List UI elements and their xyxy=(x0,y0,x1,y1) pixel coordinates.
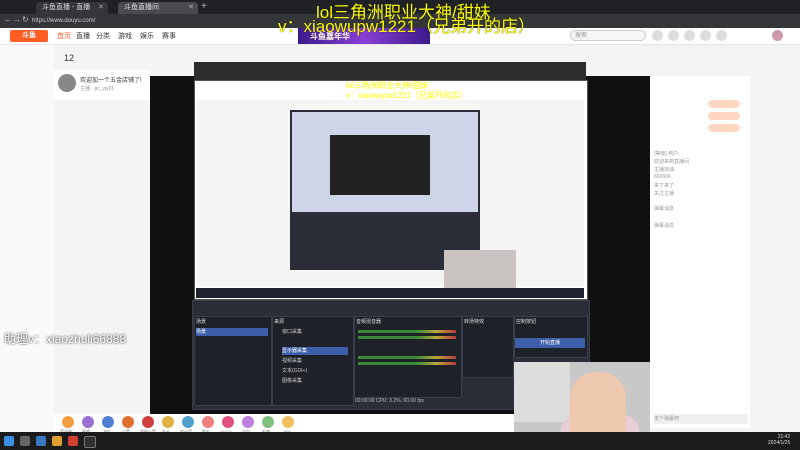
sources-label: 来源 xyxy=(274,319,285,325)
chat-message: 666666 xyxy=(654,174,671,180)
gift-icon[interactable] xyxy=(102,416,114,428)
gift-icon[interactable] xyxy=(82,416,94,428)
folder-icon[interactable] xyxy=(52,436,62,446)
site-logo[interactable]: 斗鱼 xyxy=(10,30,48,42)
follow-icon[interactable] xyxy=(668,30,679,41)
app-icon[interactable] xyxy=(68,436,78,446)
search-input[interactable]: 搜索 xyxy=(570,30,646,41)
audio-meter xyxy=(358,336,456,339)
gift-icon[interactable] xyxy=(62,416,74,428)
room-avatar[interactable] xyxy=(58,74,76,92)
transitions-panel xyxy=(462,316,514,378)
gift-icon[interactable] xyxy=(222,416,234,428)
nav-live[interactable]: 直播 xyxy=(76,31,90,41)
clock-date: 2024/1/25 xyxy=(768,440,791,446)
chat-input[interactable]: 发个弹幕吧 xyxy=(654,414,748,424)
nav-esports[interactable]: 赛事 xyxy=(162,31,176,41)
source-item[interactable]: 显示器采集 xyxy=(282,347,348,355)
captured-taskbar xyxy=(196,288,584,298)
forward-icon[interactable]: → xyxy=(13,15,21,24)
chat-message: 弹幕消息 xyxy=(654,206,675,212)
audio-meter xyxy=(358,356,456,359)
tab-title: 斗鱼直播间 xyxy=(124,4,159,11)
chat-message: 关注主播 xyxy=(654,191,675,197)
stream-overlay-assistant: 助理v：xiaozhuli66888 xyxy=(4,332,127,346)
close-icon[interactable]: ✕ xyxy=(98,2,104,14)
download-icon[interactable] xyxy=(684,30,695,41)
source-item[interactable]: 图像采集 xyxy=(282,377,348,385)
captured-overlay-line2: v：xiaowupw1221（兄弟开的店） xyxy=(346,91,467,100)
avatar[interactable] xyxy=(772,30,783,41)
back-icon[interactable]: ← xyxy=(4,15,12,24)
fan-badge xyxy=(708,100,740,108)
start-icon[interactable] xyxy=(4,436,14,446)
gift-icon[interactable] xyxy=(182,416,194,428)
nav-category[interactable]: 分类 xyxy=(96,31,110,41)
captured-nested-video xyxy=(330,135,430,195)
captured-window-titlebar xyxy=(194,62,586,80)
gift-icon[interactable] xyxy=(122,416,134,428)
nav-entertainment[interactable]: 娱乐 xyxy=(140,31,154,41)
gift-icon[interactable] xyxy=(202,416,214,428)
obs-icon[interactable] xyxy=(84,436,96,448)
start-streaming-button[interactable]: 开始直播 xyxy=(515,338,585,348)
left-sidebar xyxy=(0,45,54,432)
edge-icon[interactable] xyxy=(36,436,46,446)
reload-icon[interactable]: ↻ xyxy=(22,15,29,24)
transitions-label: 转场特效 xyxy=(464,319,485,325)
chat-message: 来了来了 xyxy=(654,183,675,189)
obs-status-bar: 00:00:00 CPU: 3.2%, 60.00 fps xyxy=(355,398,424,404)
webcam-background xyxy=(514,362,570,422)
message-icon[interactable] xyxy=(700,30,711,41)
gift-icon[interactable] xyxy=(262,416,274,428)
close-icon[interactable]: ✕ xyxy=(188,2,194,14)
nav-home[interactable]: 首页 xyxy=(57,31,71,41)
mixer-label: 音频混音器 xyxy=(356,319,382,325)
chat-message: 弹幕消息 xyxy=(654,223,675,229)
audio-meter xyxy=(358,330,456,333)
browser-tab[interactable]: 斗鱼直播 - 直播 ✕ xyxy=(36,2,108,14)
nav-games[interactable]: 游戏 xyxy=(118,31,132,41)
gift-icon[interactable] xyxy=(162,416,174,428)
viewer-count: 12 xyxy=(64,53,75,63)
chat-message: 主播加油 xyxy=(654,167,675,173)
source-item[interactable]: 窗口采集 xyxy=(282,328,348,336)
search-icon[interactable] xyxy=(20,436,30,446)
tab-title: 斗鱼直播 - 直播 xyxy=(42,4,91,11)
browser-tab-active[interactable]: 斗鱼直播间 ✕ xyxy=(118,2,198,14)
audio-meter xyxy=(358,362,456,365)
gift-icon[interactable] xyxy=(142,416,154,428)
room-subtitle: 主播 · pc_yjy01 xyxy=(80,86,115,92)
controls-label: 控制按钮 xyxy=(516,319,537,325)
history-icon[interactable] xyxy=(652,30,663,41)
gift-icon[interactable] xyxy=(242,416,254,428)
source-item[interactable]: 文本(GDI+) xyxy=(282,367,348,375)
new-tab-icon[interactable]: + xyxy=(201,1,207,12)
fan-badge xyxy=(708,124,740,132)
taskbar-clock: 21:42 2024/1/25 xyxy=(768,434,790,446)
chat-message: 欢迎来到直播间 xyxy=(654,159,690,165)
gift-icon[interactable] xyxy=(282,416,294,428)
windows-taskbar xyxy=(0,432,800,450)
scenes-label: 场景 xyxy=(196,319,207,325)
fan-badge xyxy=(708,112,740,120)
live-icon[interactable] xyxy=(716,30,727,41)
chat-message: [等级] 用户: xyxy=(654,151,680,157)
stream-overlay-contact: v：xiaowupw1221（兄弟开的店） xyxy=(278,17,535,36)
source-item[interactable]: 视频采集 xyxy=(282,357,348,365)
scene-item[interactable]: 场景 xyxy=(196,328,268,336)
room-title: 欢迎加一个五金店铺了! xyxy=(80,78,142,84)
